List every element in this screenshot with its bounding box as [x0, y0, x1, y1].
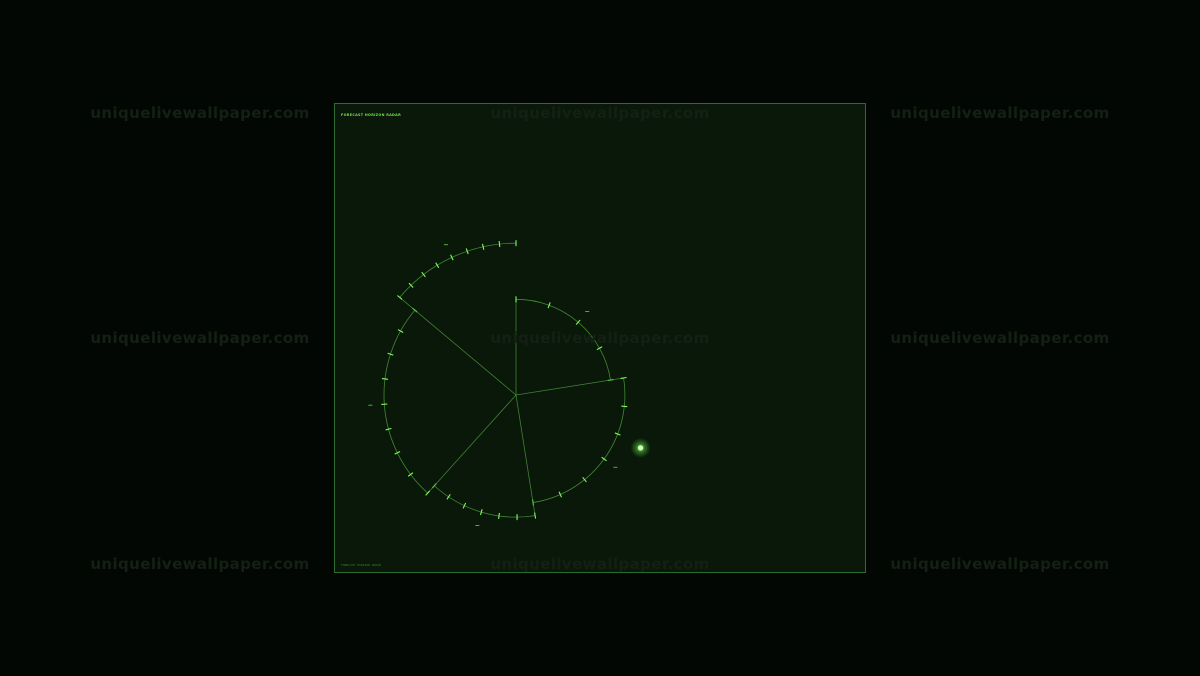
- sector-tick-2-0: [620, 376, 627, 379]
- watermark-bottom-left: uniquelivewallpaper.com: [90, 555, 310, 573]
- sector-tick-3-2: [498, 512, 500, 519]
- sector-tick-3-5: [446, 494, 451, 500]
- sector-arc-1: [515, 298, 611, 381]
- sector-tick-4-5: [381, 378, 389, 380]
- watermark-middle-right: uniquelivewallpaper.com: [890, 329, 1110, 347]
- watermark-middle-left: uniquelivewallpaper.com: [90, 329, 310, 347]
- sector-tick-5-2: [421, 271, 426, 278]
- radar-chart: [368, 240, 651, 526]
- sector-tick-4-3: [385, 427, 392, 431]
- blip-dot: [637, 445, 644, 451]
- sector-tick-4-7: [397, 329, 404, 333]
- sector-tick-2-1: [621, 405, 628, 408]
- sector-arc-3: [434, 485, 536, 518]
- watermark-bottom-right: uniquelivewallpaper.com: [890, 555, 1110, 573]
- watermark-top-left: uniquelivewallpaper.com: [90, 104, 310, 122]
- sector-tick-5-3: [435, 262, 440, 269]
- sector-spoke-2: [515, 377, 624, 396]
- sector-tick-2-4: [582, 476, 587, 483]
- sector-spoke-5: [399, 297, 517, 396]
- sector-arc-5: [399, 242, 517, 298]
- sector-tick-5-6: [481, 243, 485, 250]
- sector-tick-3-0: [534, 512, 537, 519]
- sector-tick-2-3: [601, 456, 607, 462]
- panel-footer: FORECAST HORIZON RADAR: [341, 563, 381, 567]
- sector-spoke-4: [427, 394, 517, 494]
- sector-arc-4: [383, 309, 428, 494]
- sector-tick-5-7: [498, 241, 501, 248]
- watermark-top-right: uniquelivewallpaper.com: [890, 104, 1110, 122]
- radar-panel: FORECAST HORIZON RADAR FORECAST HORIZON …: [334, 103, 866, 573]
- sector-tick-4-1: [407, 472, 414, 477]
- radar-sectors-layer: [368, 240, 651, 526]
- sector-spoke-3: [515, 394, 536, 516]
- sector-arc-2: [532, 377, 626, 503]
